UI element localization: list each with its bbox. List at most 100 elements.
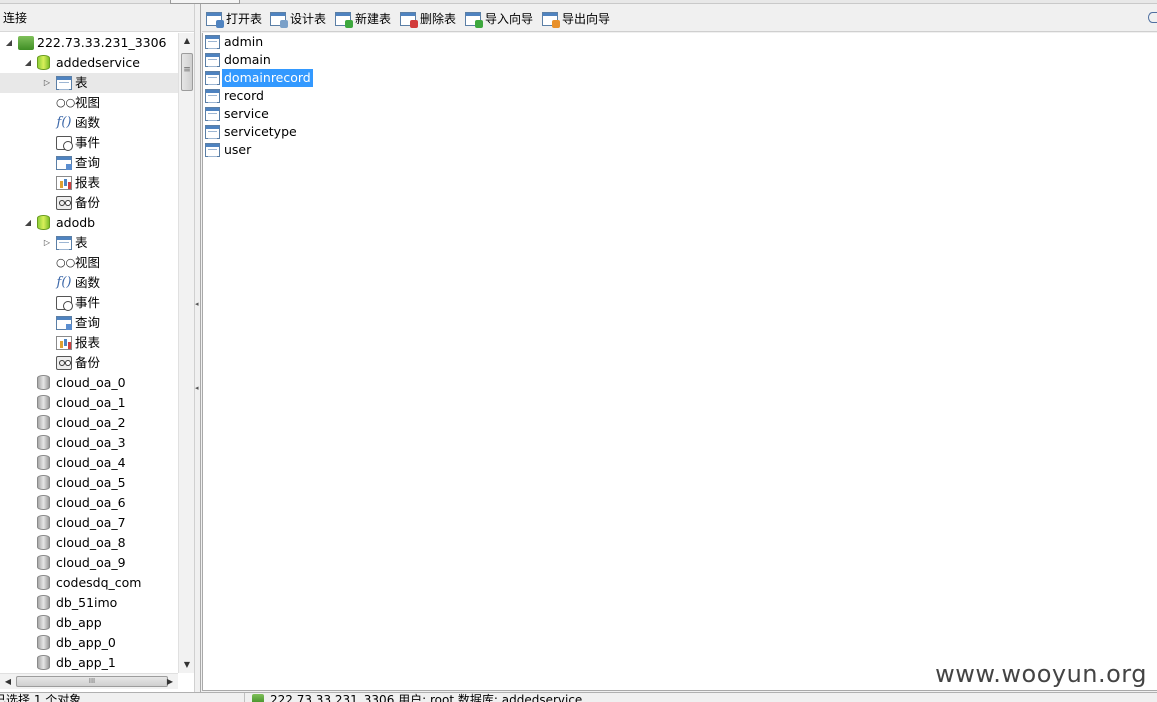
collapse-arrow-icon[interactable]: ◢ xyxy=(23,53,33,73)
tree-database[interactable]: cloud_oa_4 xyxy=(0,453,178,473)
tree-item-query-label: 查询 xyxy=(75,315,101,330)
table-icon xyxy=(205,107,220,121)
tree-item-table[interactable]: ▷ 表 xyxy=(0,233,178,253)
status-bar: 已选择 1 个对象 222.73.33.231_3306 用户: root 数据… xyxy=(0,692,1157,702)
tree-item-backup[interactable]: 备份 xyxy=(0,193,178,213)
tree-item-report-label: 报表 xyxy=(75,175,101,190)
tree-item-backup-label: 备份 xyxy=(75,195,101,210)
tree-database[interactable]: cloud_oa_0 xyxy=(0,373,178,393)
tree-item-function-label: 函数 xyxy=(75,115,101,130)
table-icon xyxy=(56,76,72,90)
tree-database[interactable]: cloud_oa_8 xyxy=(0,533,178,553)
selection-status: 已选择 1 个对象 xyxy=(0,693,82,702)
tree-database[interactable]: cloud_oa_2 xyxy=(0,413,178,433)
h-scroll-thumb[interactable]: III xyxy=(16,676,168,687)
database-closed-icon xyxy=(37,555,50,570)
tree-database-label: cloud_oa_3 xyxy=(56,435,126,450)
table-name: user xyxy=(224,142,252,157)
table-name: servicetype xyxy=(224,124,297,139)
panel-splitter[interactable]: ◂ ◂ xyxy=(195,4,201,692)
tree-item-table[interactable]: ▷ 表 xyxy=(0,73,178,93)
splitter-expand-icon[interactable]: ◂ xyxy=(195,384,200,392)
report-icon xyxy=(56,176,72,190)
table-name: domain xyxy=(224,52,271,67)
connection-icon xyxy=(18,36,34,50)
toolbar-button-label: 导入向导 xyxy=(485,12,534,26)
tree-database-label: cloud_oa_6 xyxy=(56,495,126,510)
event-icon xyxy=(56,296,73,311)
scroll-down-arrow-icon[interactable]: ▼ xyxy=(179,657,195,673)
collapse-arrow-icon[interactable]: ◢ xyxy=(23,213,33,233)
table-icon xyxy=(205,125,220,139)
tree-horizontal-scrollbar[interactable]: ◀ III ▶ xyxy=(0,673,178,689)
tree-item-query[interactable]: 查询 xyxy=(0,153,178,173)
tree-database[interactable]: cloud_oa_5 xyxy=(0,473,178,493)
splitter-collapse-icon[interactable]: ◂ xyxy=(195,300,200,308)
tree-database[interactable]: db_app_0 xyxy=(0,633,178,653)
tree-database[interactable]: cloud_oa_6 xyxy=(0,493,178,513)
tree-item-view-label: 视图 xyxy=(75,255,101,270)
tree-item-function[interactable]: f() 函数 xyxy=(0,113,178,133)
tree-item-event-label: 事件 xyxy=(75,295,101,310)
report-icon xyxy=(56,336,72,350)
scroll-thumb[interactable] xyxy=(181,53,193,91)
tree-item-event[interactable]: 事件 xyxy=(0,293,178,313)
collapse-arrow-icon[interactable]: ◢ xyxy=(4,33,14,53)
object-list[interactable]: www.wooyun.org admin domain domainrecord re… xyxy=(202,33,1157,691)
tree-database[interactable]: cloud_oa_1 xyxy=(0,393,178,413)
tree-database[interactable]: cloud_oa_3 xyxy=(0,433,178,453)
expand-arrow-icon[interactable]: ▷ xyxy=(42,233,52,253)
tree-vertical-scrollbar[interactable]: ▲ ▼ xyxy=(178,33,194,673)
database-open-icon xyxy=(37,55,50,70)
tree-item-view[interactable]: ○○ 视图 xyxy=(0,253,178,273)
database-closed-icon xyxy=(37,615,50,630)
expand-arrow-icon[interactable]: ▷ xyxy=(42,73,52,93)
new-table-icon xyxy=(335,12,353,28)
export-wizard-icon xyxy=(542,12,560,28)
tree-item-table-label: 表 xyxy=(75,75,88,90)
scroll-right-arrow-icon[interactable]: ▶ xyxy=(162,674,178,690)
open-table-icon xyxy=(206,12,224,28)
tree-item-backup[interactable]: 备份 xyxy=(0,353,178,373)
tree-database-label: db_app_0 xyxy=(56,635,116,650)
view-icon: ○○ xyxy=(56,96,76,109)
tree-database-label: cloud_oa_0 xyxy=(56,375,126,390)
tree-database[interactable]: cloud_oa_7 xyxy=(0,513,178,533)
connection-status: 222.73.33.231_3306 用户: root 数据库: addedse… xyxy=(270,693,583,702)
tree-database[interactable]: ◢ addedservice xyxy=(0,53,178,73)
badge-icon xyxy=(475,20,483,28)
tree-item-function[interactable]: f() 函数 xyxy=(0,273,178,293)
database-closed-icon xyxy=(37,375,50,390)
connection-panel-title: 连接 xyxy=(0,4,194,32)
tree-item-view[interactable]: ○○ 视图 xyxy=(0,93,178,113)
tree-database[interactable]: codesdq_com xyxy=(0,573,178,593)
table-icon xyxy=(205,89,220,103)
connection-icon xyxy=(252,694,264,702)
tree-database[interactable]: ◢ adodb xyxy=(0,213,178,233)
tree-item-event[interactable]: 事件 xyxy=(0,133,178,153)
tree-connection[interactable]: ◢ 222.73.33.231_3306 xyxy=(0,33,178,53)
function-icon: f() xyxy=(56,115,72,130)
tree-database-label: cloud_oa_1 xyxy=(56,395,126,410)
tree-database[interactable]: db_51imo xyxy=(0,593,178,613)
table-name: record xyxy=(224,88,264,103)
search-icon[interactable] xyxy=(1148,12,1157,23)
tree-item-report[interactable]: 报表 xyxy=(0,173,178,193)
tree-database[interactable]: db_app_1 xyxy=(0,653,178,673)
scroll-up-arrow-icon[interactable]: ▲ xyxy=(179,33,195,49)
database-closed-icon xyxy=(37,515,50,530)
connection-panel: 连接 ◢ 222.73.33.231_3306 ◢ addedservice ▷ 表 ○○ 视… xyxy=(0,4,195,692)
table-icon xyxy=(205,53,220,67)
tree-database-label: cloud_oa_7 xyxy=(56,515,126,530)
tree-database[interactable]: cloud_oa_9 xyxy=(0,553,178,573)
tree-database[interactable]: db_app xyxy=(0,613,178,633)
table-icon xyxy=(205,35,220,49)
connection-tree[interactable]: ◢ 222.73.33.231_3306 ◢ addedservice ▷ 表 ○○ 视图 f(… xyxy=(0,33,178,673)
tree-item-report[interactable]: 报表 xyxy=(0,333,178,353)
badge-icon xyxy=(216,20,224,28)
import-wizard-icon xyxy=(465,12,483,28)
tree-database-label: cloud_oa_4 xyxy=(56,455,126,470)
scroll-left-arrow-icon[interactable]: ◀ xyxy=(0,674,16,690)
tree-item-query[interactable]: 查询 xyxy=(0,313,178,333)
tree-database-label: adodb xyxy=(56,215,96,230)
